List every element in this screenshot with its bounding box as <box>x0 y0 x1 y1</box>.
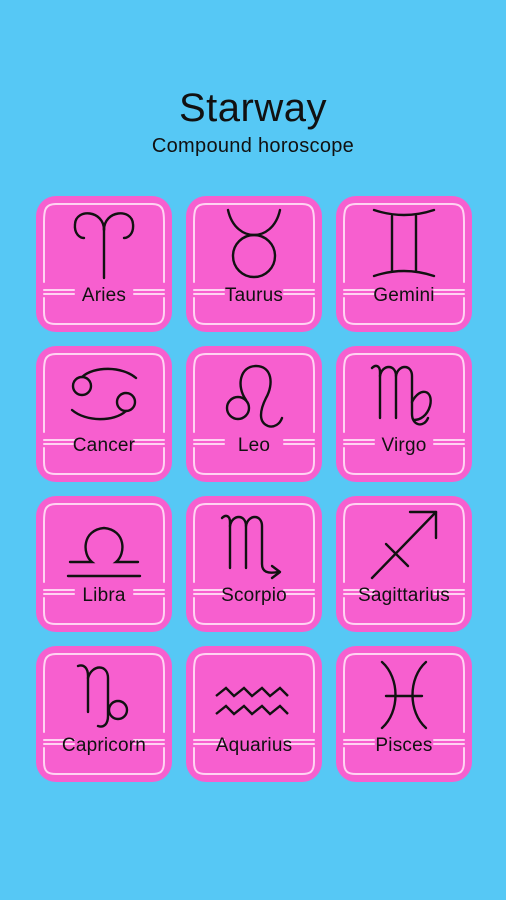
aquarius-icon <box>215 686 289 716</box>
sign-tile-scorpio[interactable]: Scorpio <box>186 496 322 632</box>
sign-tile-leo[interactable]: Leo <box>186 346 322 482</box>
sign-label: Scorpio <box>221 585 287 606</box>
sign-tile-virgo[interactable]: Virgo <box>336 346 472 482</box>
sign-label: Sagittarius <box>358 585 450 606</box>
sign-label: Libra <box>82 585 126 606</box>
leo-icon <box>225 364 284 428</box>
cancer-icon <box>70 367 138 421</box>
virgo-icon <box>370 364 432 426</box>
zodiac-grid: Aries Taurus Gemini Cancer Leo Virgo Lib… <box>36 196 472 782</box>
sign-label: Virgo <box>381 435 427 456</box>
app-subtitle: Compound horoscope <box>151 135 355 157</box>
sign-tile-libra[interactable]: Libra <box>36 496 172 632</box>
sign-tile-gemini[interactable]: Gemini <box>336 196 472 332</box>
pisces-icon <box>380 660 428 730</box>
sign-tile-sagittarius[interactable]: Sagittarius <box>336 496 472 632</box>
libra-icon <box>66 526 142 578</box>
sagittarius-icon <box>370 510 438 580</box>
sign-label: Aquarius <box>215 735 293 756</box>
sign-tile-aquarius[interactable]: Aquarius <box>186 646 322 782</box>
sign-tile-aries[interactable]: Aries <box>36 196 172 332</box>
sign-tile-pisces[interactable]: Pisces <box>336 646 472 782</box>
sign-label: Taurus <box>224 285 284 306</box>
sign-label: Aries <box>81 285 127 306</box>
sign-tile-cancer[interactable]: Cancer <box>36 346 172 482</box>
sign-label: Leo <box>237 435 271 456</box>
sign-label: Cancer <box>72 435 136 456</box>
sign-label: Capricorn <box>61 735 147 756</box>
header: Starway Compound horoscope <box>0 82 506 158</box>
scorpio-icon <box>220 514 282 580</box>
gemini-icon <box>372 208 436 278</box>
sign-tile-taurus[interactable]: Taurus <box>186 196 322 332</box>
aries-icon <box>73 212 135 280</box>
sign-label: Pisces <box>375 735 433 756</box>
app-title: Starway <box>179 86 327 130</box>
capricorn-icon <box>76 664 129 728</box>
sign-tile-capricorn[interactable]: Capricorn <box>36 646 172 782</box>
taurus-icon <box>226 208 282 279</box>
sign-label: Gemini <box>373 285 435 306</box>
